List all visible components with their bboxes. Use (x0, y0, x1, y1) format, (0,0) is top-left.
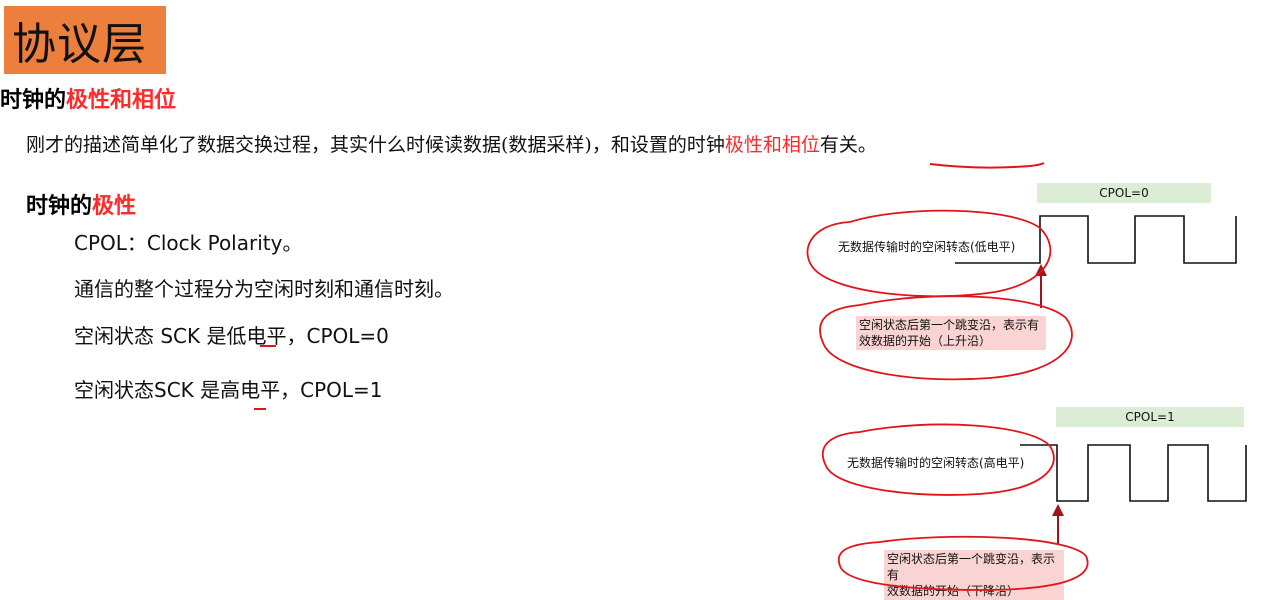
title-box: 协议层 (4, 6, 166, 74)
cpol0-note-line2: 效数据的开始（上升沿） (859, 334, 992, 348)
communication-phases: 通信的整个过程分为空闲时刻和通信时刻。 (74, 277, 454, 301)
cpol0-label: CPOL=0 (1037, 183, 1211, 203)
cpol1-label: CPOL=1 (1056, 407, 1244, 427)
polarity-heading-red: 极性 (92, 194, 137, 219)
cpol1-arrow-head (1052, 504, 1064, 516)
idle-high-after: 电平，CPOL=1 (240, 378, 383, 402)
cpol1-note-box: 空闲状态后第一个跳变沿，表示有 效数据的开始（下降沿） (884, 550, 1064, 600)
cpol-definition: CPOL：Clock Polarity。 (74, 231, 303, 255)
intro-after: 有关。 (819, 134, 877, 156)
section-heading-red: 极性和相位 (66, 88, 177, 113)
idle-low-underlined: 低 (226, 324, 247, 348)
page-title: 协议层 (12, 19, 147, 70)
idle-high-line: 空闲状态SCK 是高电平，CPOL=1 (74, 374, 383, 403)
cpol1-idle-state-text: 无数据传输时的空闲转态(高电平) (847, 456, 1025, 470)
section-heading: 时钟的极性和相位 (0, 82, 176, 114)
idle-low-after: 电平，CPOL=0 (246, 324, 389, 348)
intro-highlight: 极性和相位 (724, 134, 820, 156)
cpol1-note-line2: 效数据的开始（下降沿） (887, 584, 1020, 598)
cpol1-note-line1: 空闲状态后第一个跳变沿，表示有 (887, 552, 1056, 582)
idle-low-before: 空闲状态 SCK 是 (74, 324, 227, 348)
cpol0-idle-state-text: 无数据传输时的空闲转态(低电平) (838, 240, 1016, 254)
intro-highlight-underline (929, 162, 1045, 169)
cpol0-note-box: 空闲状态后第一个跳变沿，表示有 效数据的开始（上升沿） (856, 316, 1046, 350)
intro-before: 刚才的描述简单化了数据交换过程，其实什么时候读数据(数据采样)，和设置的时钟 (26, 134, 725, 156)
cpol1-waveform (1020, 444, 1247, 502)
cpol0-note-line1: 空闲状态后第一个跳变沿，表示有 (859, 318, 1040, 332)
cpol0-arrow-head (1035, 264, 1047, 276)
idle-high-underlined: 高 (220, 378, 241, 402)
idle-high-before: 空闲状态SCK 是 (74, 378, 221, 402)
intro-paragraph: 刚才的描述简单化了数据交换过程，其实什么时候读数据(数据采样)，和设置的时钟极性… (26, 130, 877, 157)
section-heading-black: 时钟的 (0, 88, 67, 113)
polarity-heading-black: 时钟的 (26, 194, 93, 219)
polarity-heading: 时钟的极性 (26, 188, 136, 220)
idle-low-line: 空闲状态 SCK 是低电平，CPOL=0 (74, 320, 389, 349)
